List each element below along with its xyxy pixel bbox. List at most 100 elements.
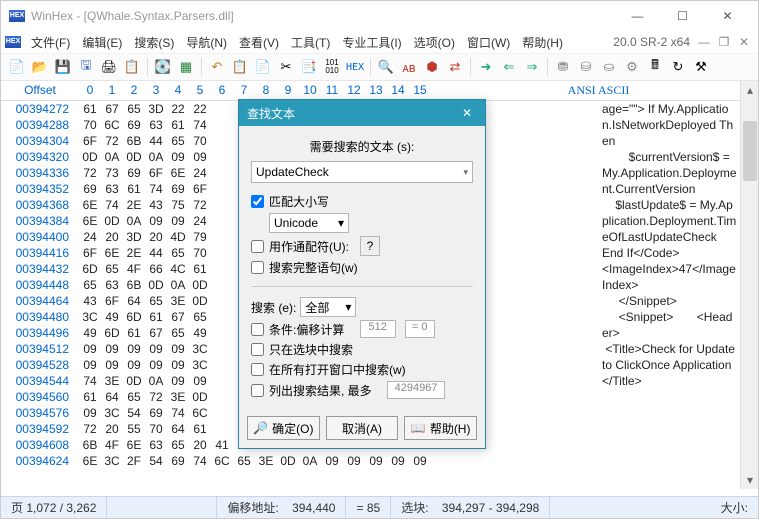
- clipboard-icon[interactable]: 📑: [299, 57, 319, 77]
- print-icon[interactable]: 🖨: [99, 57, 119, 77]
- hex-byte[interactable]: 75: [167, 197, 189, 213]
- hex-byte[interactable]: [211, 373, 233, 389]
- hex-byte[interactable]: 49: [101, 309, 123, 325]
- hex-byte[interactable]: 0D: [101, 213, 123, 229]
- hex-byte[interactable]: 65: [123, 389, 145, 405]
- open-ram-icon[interactable]: ▦: [176, 57, 196, 77]
- vertical-scrollbar[interactable]: ▴ ▾: [740, 81, 758, 489]
- hex-byte[interactable]: 4F: [123, 261, 145, 277]
- hex-byte[interactable]: 69: [167, 181, 189, 197]
- hex-byte[interactable]: [211, 277, 233, 293]
- hex-byte[interactable]: 24: [189, 213, 211, 229]
- hex-byte[interactable]: 09: [145, 357, 167, 373]
- hex-byte[interactable]: 65: [167, 325, 189, 341]
- hex-byte[interactable]: 3D: [123, 229, 145, 245]
- properties-icon[interactable]: 📋: [122, 57, 142, 77]
- hex-byte[interactable]: 09: [123, 357, 145, 373]
- hex-byte[interactable]: 0D: [189, 277, 211, 293]
- hex-byte[interactable]: 0A: [167, 277, 189, 293]
- scroll-up-icon[interactable]: ▴: [741, 81, 758, 99]
- hex-byte[interactable]: 69: [145, 405, 167, 421]
- scroll-thumb[interactable]: [743, 121, 757, 181]
- hex-byte[interactable]: 61: [189, 261, 211, 277]
- hex-row[interactable]: 003946246E3C2F5469746C653E0D0A0909090909: [1, 453, 758, 469]
- menu-view[interactable]: 查看(V): [233, 32, 285, 53]
- hex-byte[interactable]: 24: [79, 229, 101, 245]
- menu-window[interactable]: 窗口(W): [461, 32, 516, 53]
- hex-byte[interactable]: 3E: [167, 293, 189, 309]
- find-hex-icon[interactable]: ⬢: [422, 57, 442, 77]
- hex-byte[interactable]: 09: [365, 453, 387, 469]
- hex-byte[interactable]: 41: [211, 437, 233, 453]
- hex-byte[interactable]: 65: [123, 101, 145, 117]
- open-folder-icon[interactable]: 📂: [30, 57, 50, 77]
- hex-byte[interactable]: 70: [189, 133, 211, 149]
- hex-byte[interactable]: 3C: [79, 309, 101, 325]
- sync-icon[interactable]: ↻: [668, 57, 688, 77]
- match-case-checkbox[interactable]: [251, 195, 264, 208]
- cond-checkbox[interactable]: [251, 323, 264, 336]
- hex-byte[interactable]: 6E: [101, 245, 123, 261]
- hex-byte[interactable]: 72: [145, 389, 167, 405]
- hex-byte[interactable]: [211, 165, 233, 181]
- hex-byte[interactable]: [211, 357, 233, 373]
- hex-byte[interactable]: 63: [145, 117, 167, 133]
- hex-byte[interactable]: 54: [145, 453, 167, 469]
- hex-byte[interactable]: [211, 261, 233, 277]
- hex-byte[interactable]: 0D: [123, 149, 145, 165]
- hex-byte[interactable]: 43: [79, 293, 101, 309]
- hex-byte[interactable]: 22: [167, 101, 189, 117]
- hex-byte[interactable]: 63: [101, 277, 123, 293]
- goto-icon[interactable]: ➜: [476, 57, 496, 77]
- hex-byte[interactable]: 09: [167, 341, 189, 357]
- menu-search[interactable]: 搜索(S): [128, 32, 180, 53]
- hex-byte[interactable]: 6C: [211, 453, 233, 469]
- hex-byte[interactable]: 65: [167, 245, 189, 261]
- hex-byte[interactable]: 61: [123, 181, 145, 197]
- hex-byte[interactable]: 09: [189, 373, 211, 389]
- hex-byte[interactable]: [211, 149, 233, 165]
- save-icon[interactable]: 💾: [53, 57, 73, 77]
- hex-byte[interactable]: [211, 389, 233, 405]
- dialog-titlebar[interactable]: 查找文本 ✕: [239, 100, 485, 126]
- calc-icon[interactable]: 🖩: [645, 57, 665, 77]
- hex-byte[interactable]: 09: [79, 357, 101, 373]
- hex-byte[interactable]: [211, 213, 233, 229]
- all-windows-checkbox[interactable]: [251, 363, 264, 376]
- minimize-button[interactable]: —: [615, 1, 660, 31]
- hex-byte[interactable]: 0A: [123, 213, 145, 229]
- hex-byte[interactable]: [211, 197, 233, 213]
- cancel-button[interactable]: 取消(A): [326, 416, 399, 440]
- whole-words-checkbox[interactable]: [251, 261, 264, 274]
- hex-byte[interactable]: 3C: [189, 357, 211, 373]
- hex-byte[interactable]: 54: [123, 405, 145, 421]
- hex-byte[interactable]: 0D: [189, 389, 211, 405]
- hex-byte[interactable]: 3D: [145, 101, 167, 117]
- hex-byte[interactable]: [211, 133, 233, 149]
- hex-byte[interactable]: 0A: [299, 453, 321, 469]
- close-button[interactable]: ✕: [705, 1, 750, 31]
- hex-byte[interactable]: 65: [167, 133, 189, 149]
- hex-byte[interactable]: 4C: [167, 261, 189, 277]
- hex-byte[interactable]: 3C: [189, 341, 211, 357]
- hex-byte[interactable]: 6E: [79, 453, 101, 469]
- hex-byte[interactable]: 65: [79, 277, 101, 293]
- hex-byte[interactable]: 64: [101, 389, 123, 405]
- hex-byte[interactable]: 65: [145, 293, 167, 309]
- hex-byte[interactable]: 69: [167, 453, 189, 469]
- hex-byte[interactable]: 72: [79, 165, 101, 181]
- hex-byte[interactable]: [211, 421, 233, 437]
- hex-byte[interactable]: [211, 309, 233, 325]
- hex-byte[interactable]: 6E: [167, 165, 189, 181]
- hex-byte[interactable]: 61: [189, 421, 211, 437]
- hex-byte[interactable]: 49: [79, 325, 101, 341]
- hex-byte[interactable]: 0D: [79, 149, 101, 165]
- hex-byte[interactable]: 6E: [79, 213, 101, 229]
- hex-byte[interactable]: 09: [167, 357, 189, 373]
- hex-byte[interactable]: 43: [145, 197, 167, 213]
- hex-byte[interactable]: [211, 181, 233, 197]
- back-icon[interactable]: ⇐: [499, 57, 519, 77]
- encoding-select[interactable]: Unicode▾: [269, 213, 349, 233]
- hex-byte[interactable]: 0D: [123, 373, 145, 389]
- list-max-field[interactable]: 4294967: [387, 381, 445, 399]
